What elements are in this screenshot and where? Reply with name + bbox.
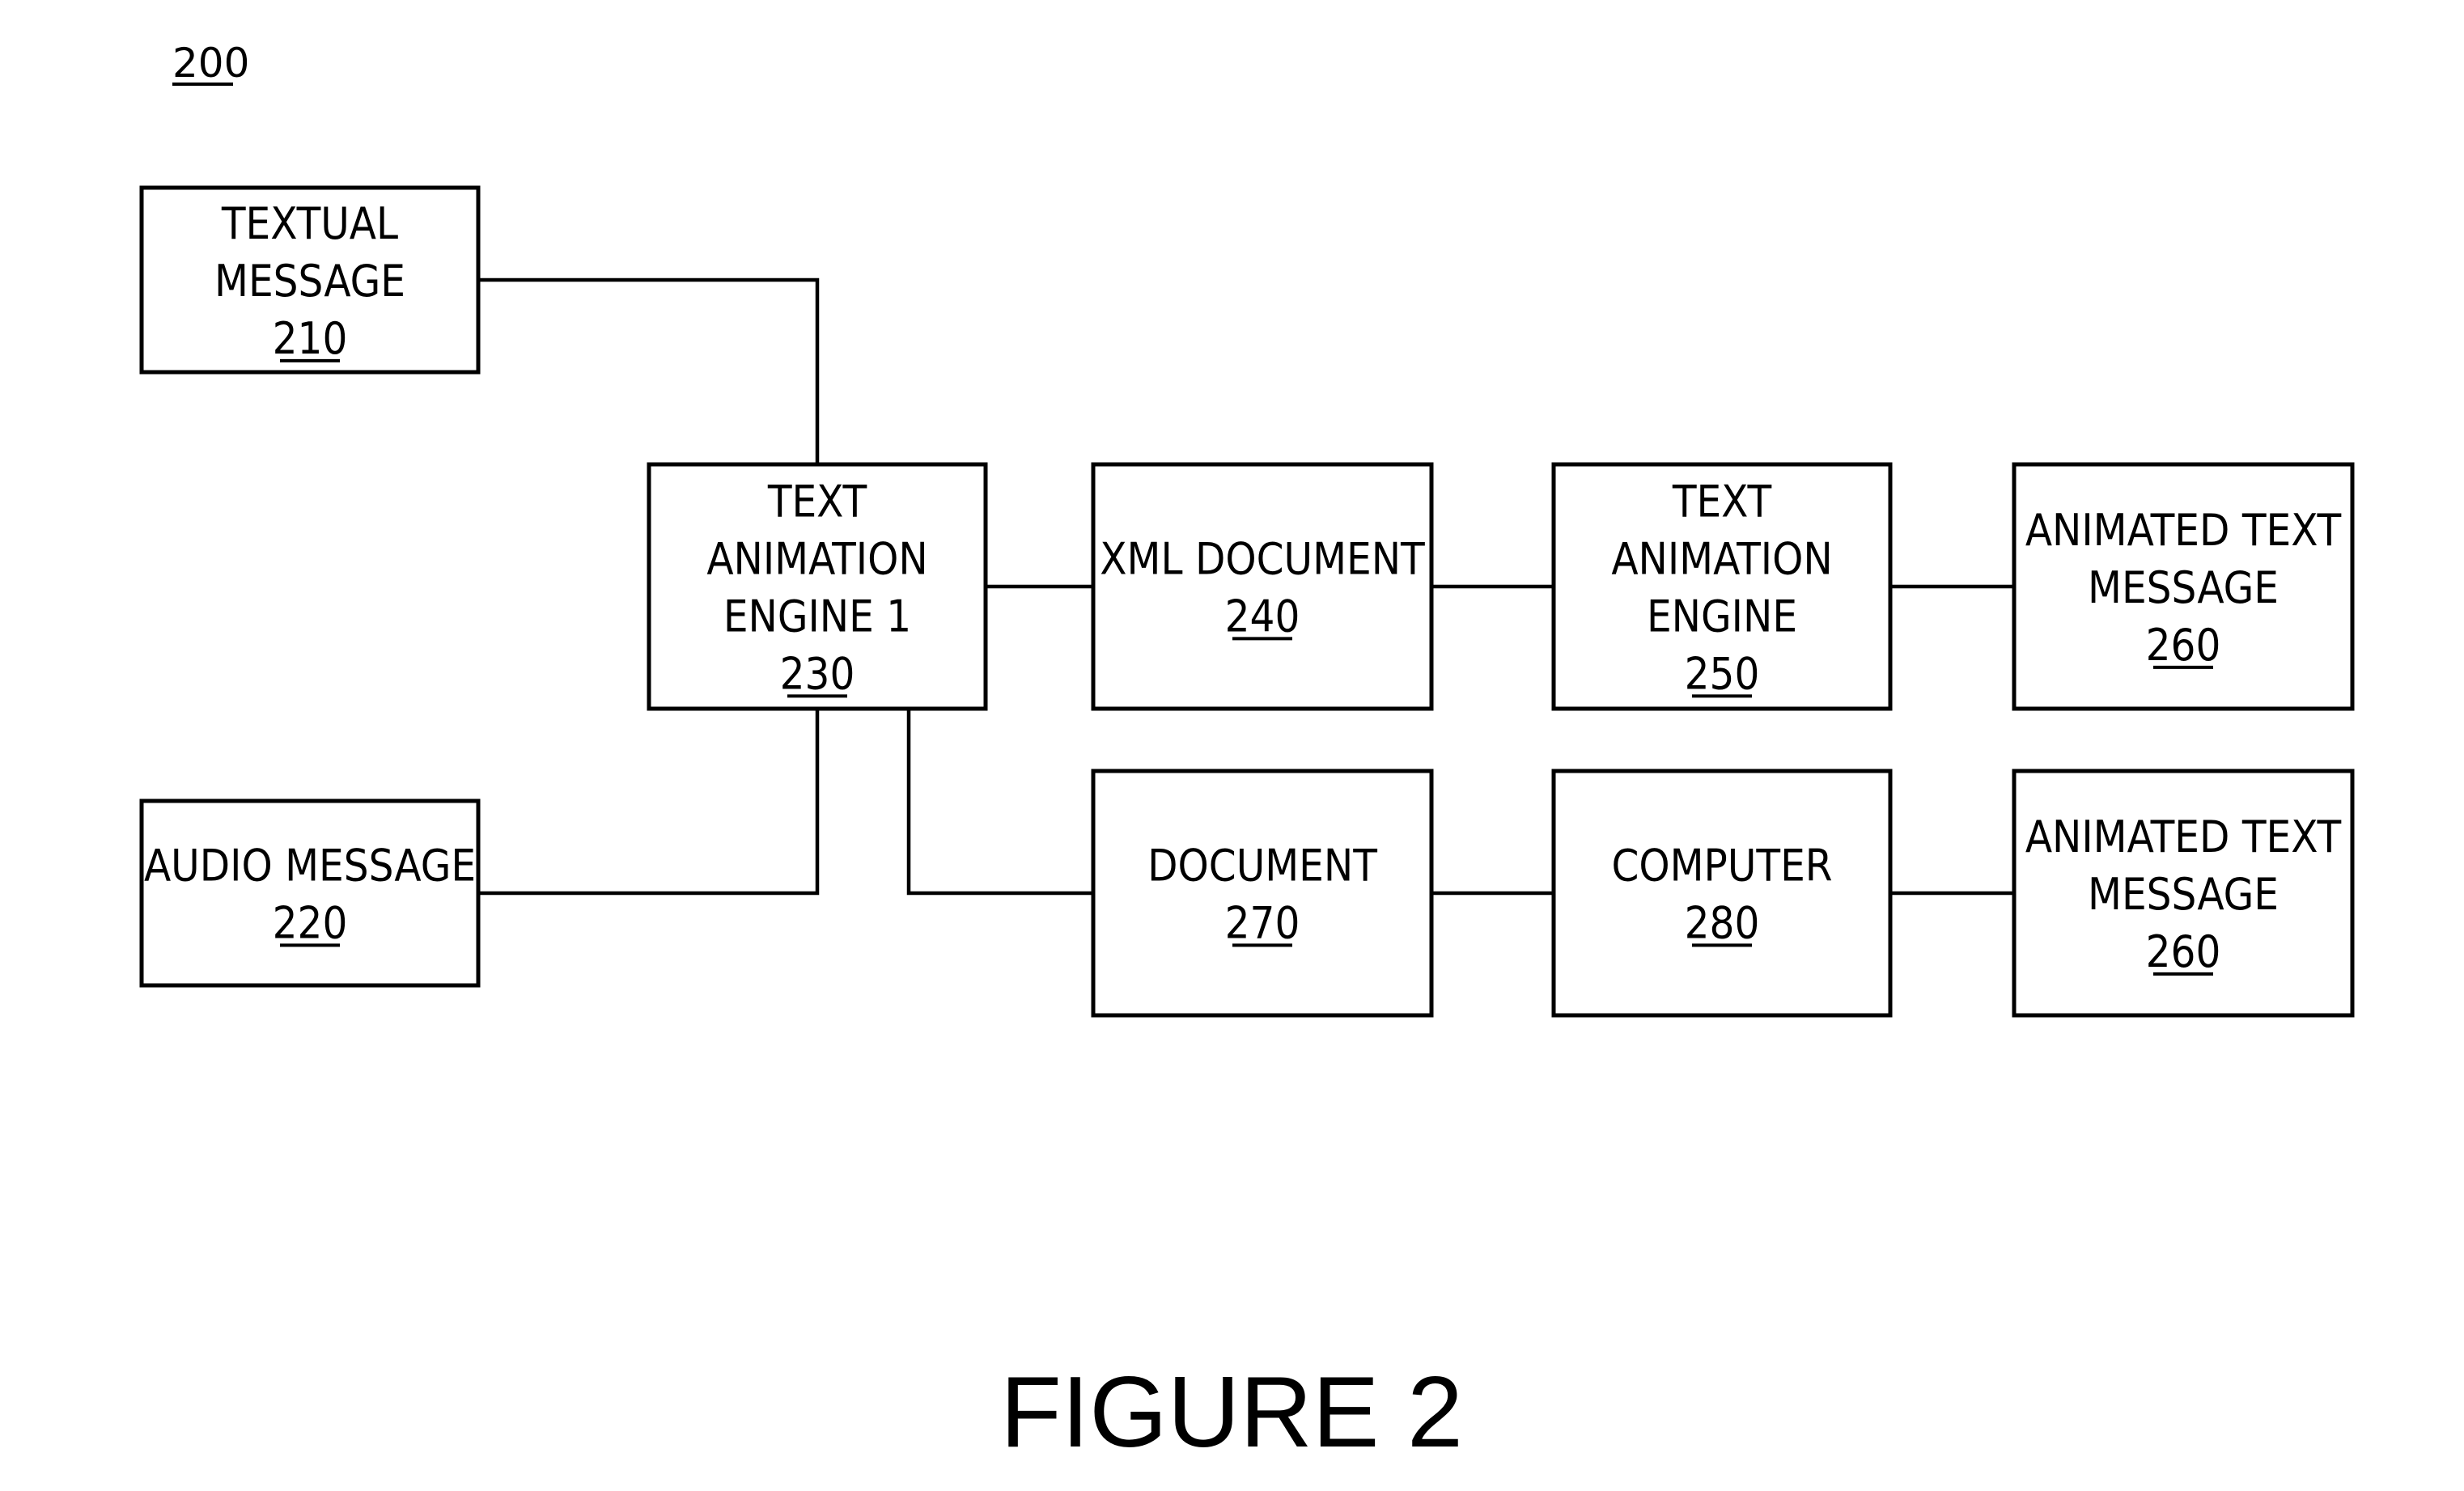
node-210: TEXTUAL MESSAGE 210 xyxy=(139,185,481,375)
node-220: AUDIO MESSAGE 220 xyxy=(139,798,481,988)
block-diagram: 200 TEXTUALMESSAGE210AUDIO MESSAGE220TEX… xyxy=(139,40,2355,1468)
node-reference-number: 230 xyxy=(780,648,855,699)
node-label: MESSAGE xyxy=(2088,562,2279,613)
node-label: MESSAGE xyxy=(214,256,405,307)
connector-line xyxy=(906,709,1093,896)
node-reference-number: 270 xyxy=(1225,897,1300,948)
node-250: TEXT ANIMATION ENGINE 250 xyxy=(1551,462,1893,711)
node-reference-number: 250 xyxy=(1685,648,1760,699)
node-label: COMPUTER xyxy=(1611,840,1832,891)
node-label: MESSAGE xyxy=(2088,869,2279,920)
node-260b: ANIMATED TEXT MESSAGE 260 xyxy=(2012,769,2355,1018)
node-label: AUDIO MESSAGE xyxy=(144,840,476,891)
node-label: ENGINE 1 xyxy=(723,591,911,642)
node-label: ANIMATED TEXT xyxy=(2025,505,2342,556)
node-280: COMPUTER 280 xyxy=(1551,769,1893,1018)
connector-line xyxy=(478,709,820,896)
node-label: DOCUMENT xyxy=(1147,840,1377,891)
node-box xyxy=(1551,769,1893,1018)
connector-line xyxy=(478,277,820,464)
node-label: ANIMATION xyxy=(1611,533,1832,584)
node-reference-number: 210 xyxy=(273,313,348,364)
node-270: DOCUMENT 270 xyxy=(1091,769,1434,1018)
node-label: TEXTUAL xyxy=(221,198,398,249)
node-box xyxy=(1091,769,1434,1018)
node-label: TEXT xyxy=(1672,476,1772,527)
figure-reference-number: 200 xyxy=(172,40,249,87)
node-label: ENGINE xyxy=(1647,591,1797,642)
node-reference-number: 280 xyxy=(1685,897,1760,948)
node-label: XML DOCUMENT xyxy=(1100,533,1425,584)
node-reference-number: 260 xyxy=(2146,926,2221,977)
node-box xyxy=(139,798,481,988)
nodes: TEXTUAL MESSAGE 210 AUDIO MESSAGE 220 TEXT ANI… xyxy=(139,185,2355,1018)
node-box xyxy=(1091,462,1434,711)
node-230: TEXT ANIMATION ENGINE 1 230 xyxy=(647,462,988,711)
node-reference-number: 220 xyxy=(273,897,348,948)
figure-caption: FIGURE 2 xyxy=(1000,1357,1463,1468)
node-reference-number: 260 xyxy=(2146,620,2221,671)
node-label: ANIMATION xyxy=(706,533,927,584)
node-240: XML DOCUMENT 240 xyxy=(1091,462,1434,711)
node-label: TEXT xyxy=(767,476,867,527)
node-reference-number: 240 xyxy=(1225,591,1300,642)
node-label: ANIMATED TEXT xyxy=(2025,811,2342,862)
node-260a: ANIMATED TEXT MESSAGE 260 xyxy=(2012,462,2355,711)
